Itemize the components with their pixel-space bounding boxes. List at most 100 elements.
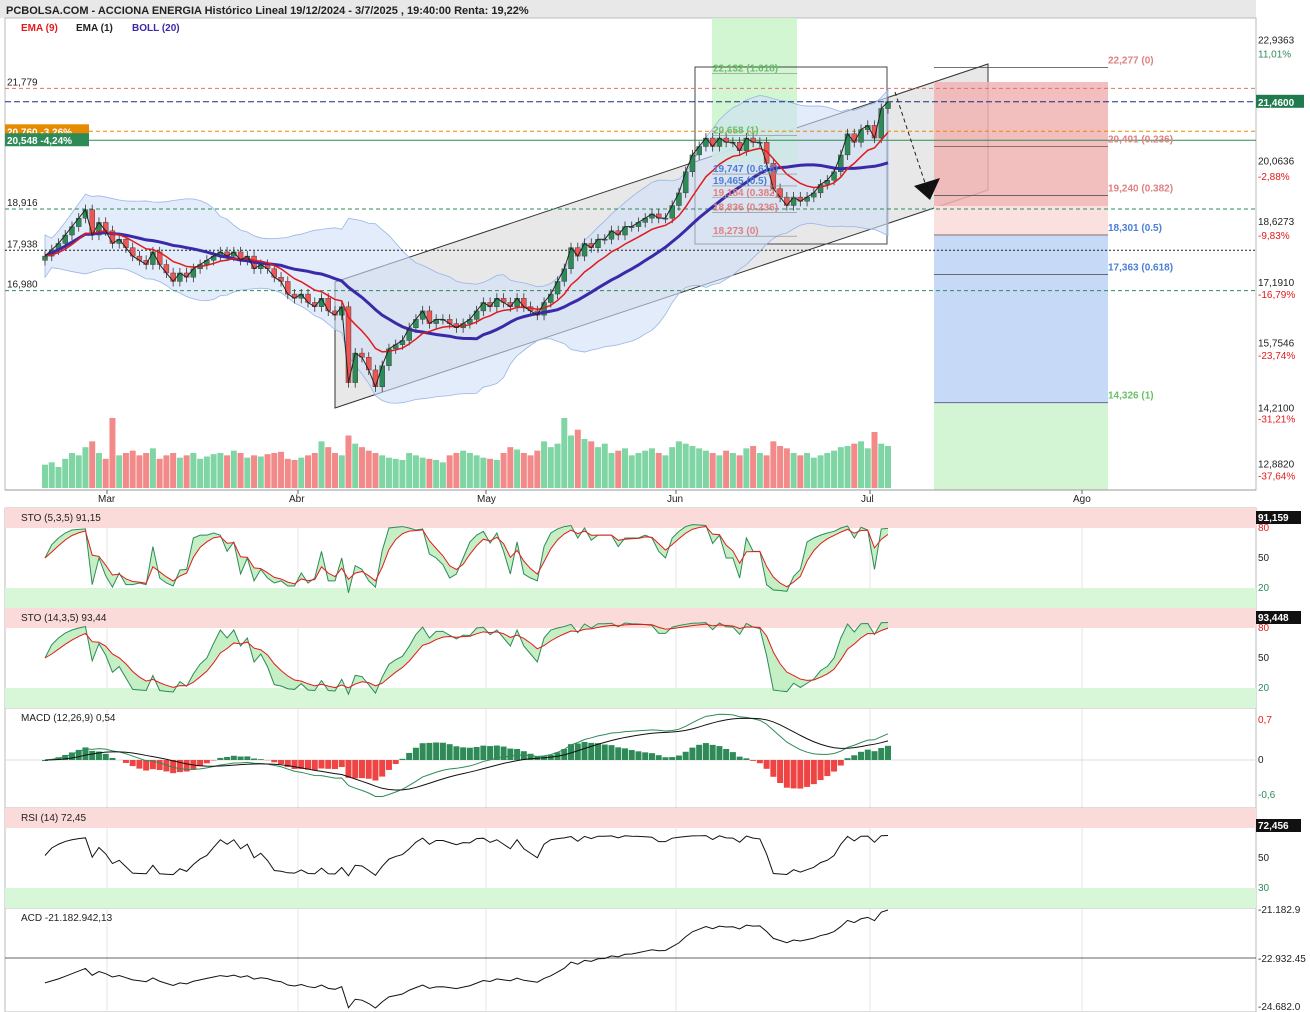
volume-bar [143,453,150,488]
macd-histogram-bar [595,743,602,760]
fibo-level-label: 19,184 (0.382) [713,188,778,199]
candle [561,268,567,282]
volume-bar [251,455,258,488]
volume-bar [487,458,494,488]
macd-histogram-bar [507,748,514,760]
volume-bar [68,453,75,488]
volume-bar [379,455,386,488]
rsi-line [44,835,889,877]
macd-histogram-bar [358,760,365,779]
volume-bar [885,446,891,488]
left-level-label: 17,938 [7,239,38,250]
volume-bar [568,435,575,488]
macd-histogram-bar [763,760,770,769]
volume-bar [547,447,554,488]
acd-line [44,909,889,1009]
macd-histogram-bar [89,750,96,760]
candle [676,192,682,206]
candle [703,137,709,147]
candle [777,188,783,198]
volume-bar [817,455,824,488]
macd-histogram-bar [770,760,777,777]
volume-bar [176,457,183,488]
macd-histogram-bar [237,756,244,760]
volume-bar [635,453,642,488]
volume-bar [595,447,602,488]
macd-histogram-bar [831,760,838,772]
macd-histogram-bar [648,753,655,760]
axis-label: -22.932.45 [1258,954,1306,965]
volume-bar [689,446,696,488]
macd-histogram-bar [345,760,352,778]
candle [372,369,379,388]
volume-bar [804,453,811,488]
chart: PCBOLSA.COM - ACCIONA ENERGIA Histórico … [0,0,1306,1012]
volume-bar [352,443,359,488]
target-level-label: 14,326 (1) [1108,391,1154,402]
axis-label: 20 [1258,683,1270,694]
volume-bar [183,455,190,488]
macd-histogram-bar [709,744,716,760]
price-tag-label: 21,4600 [1258,98,1295,109]
macd-histogram-bar [621,748,628,760]
volume-bar [446,455,453,488]
candle [473,310,480,320]
axis-label: 20 [1258,583,1270,594]
macd-histogram-bar [399,758,406,760]
candle [426,310,433,324]
macd-histogram-bar [864,749,871,760]
axis-label: 50 [1258,653,1270,664]
y-tick-label: 12,8820 [1258,459,1295,470]
macd-histogram-bar [203,760,210,764]
candle [831,171,837,181]
candle [76,217,82,227]
pct-tick-label: -37,64% [1258,471,1295,482]
fibo-level-label: 20,658 (1) [713,126,759,137]
volume-bar [278,451,285,488]
volume-bar [777,446,784,488]
left-level-label: 16,980 [7,280,38,291]
macd-histogram-bar [210,760,217,761]
volume-bar [460,450,467,488]
volume-bar [716,455,723,488]
macd-histogram-bar [500,746,507,760]
macd-histogram-bar [412,747,419,760]
volume-bar [500,453,507,488]
macd-histogram-bar [338,760,345,768]
volume-bar [770,441,777,488]
pct-tick-label: 11,01% [1258,50,1291,61]
candle [548,293,554,303]
macd-histogram-bar [244,756,251,760]
macd-histogram-bar [473,746,480,760]
volume-bar [284,458,291,488]
candle [514,298,520,307]
volume-bar [170,453,177,488]
candle [689,154,696,172]
volume-bar [203,456,210,488]
panel-title: RSI (14) 72,45 [21,813,86,824]
y-tick-label: 22,9363 [1258,36,1295,47]
volume-bar [136,455,143,488]
macd-histogram-bar [446,744,453,760]
month-label: May [477,494,496,505]
volume-bar [756,453,763,488]
candle [709,137,716,147]
candle [123,239,129,248]
macd-histogram-bar [514,748,521,760]
candle [150,251,156,265]
candle [682,171,689,194]
macd-histogram-bar [628,750,635,760]
axis-label: -21.182.9 [1258,905,1301,916]
macd-histogram-bar [689,747,696,760]
overbought-zone [5,508,1256,528]
volume-bar [291,460,298,488]
fibo-level-label: 22,132 (1.618) [713,63,778,74]
volume-bar [62,458,69,488]
panel-title: STO (5,3,5) 91,15 [21,513,101,524]
volume-bar [574,429,581,488]
axis-label: 50 [1258,853,1270,864]
volume-bar [608,453,615,488]
volume-bar [837,447,844,488]
legend-ema1: EMA (1) [76,23,113,34]
volume-bar [709,453,716,488]
